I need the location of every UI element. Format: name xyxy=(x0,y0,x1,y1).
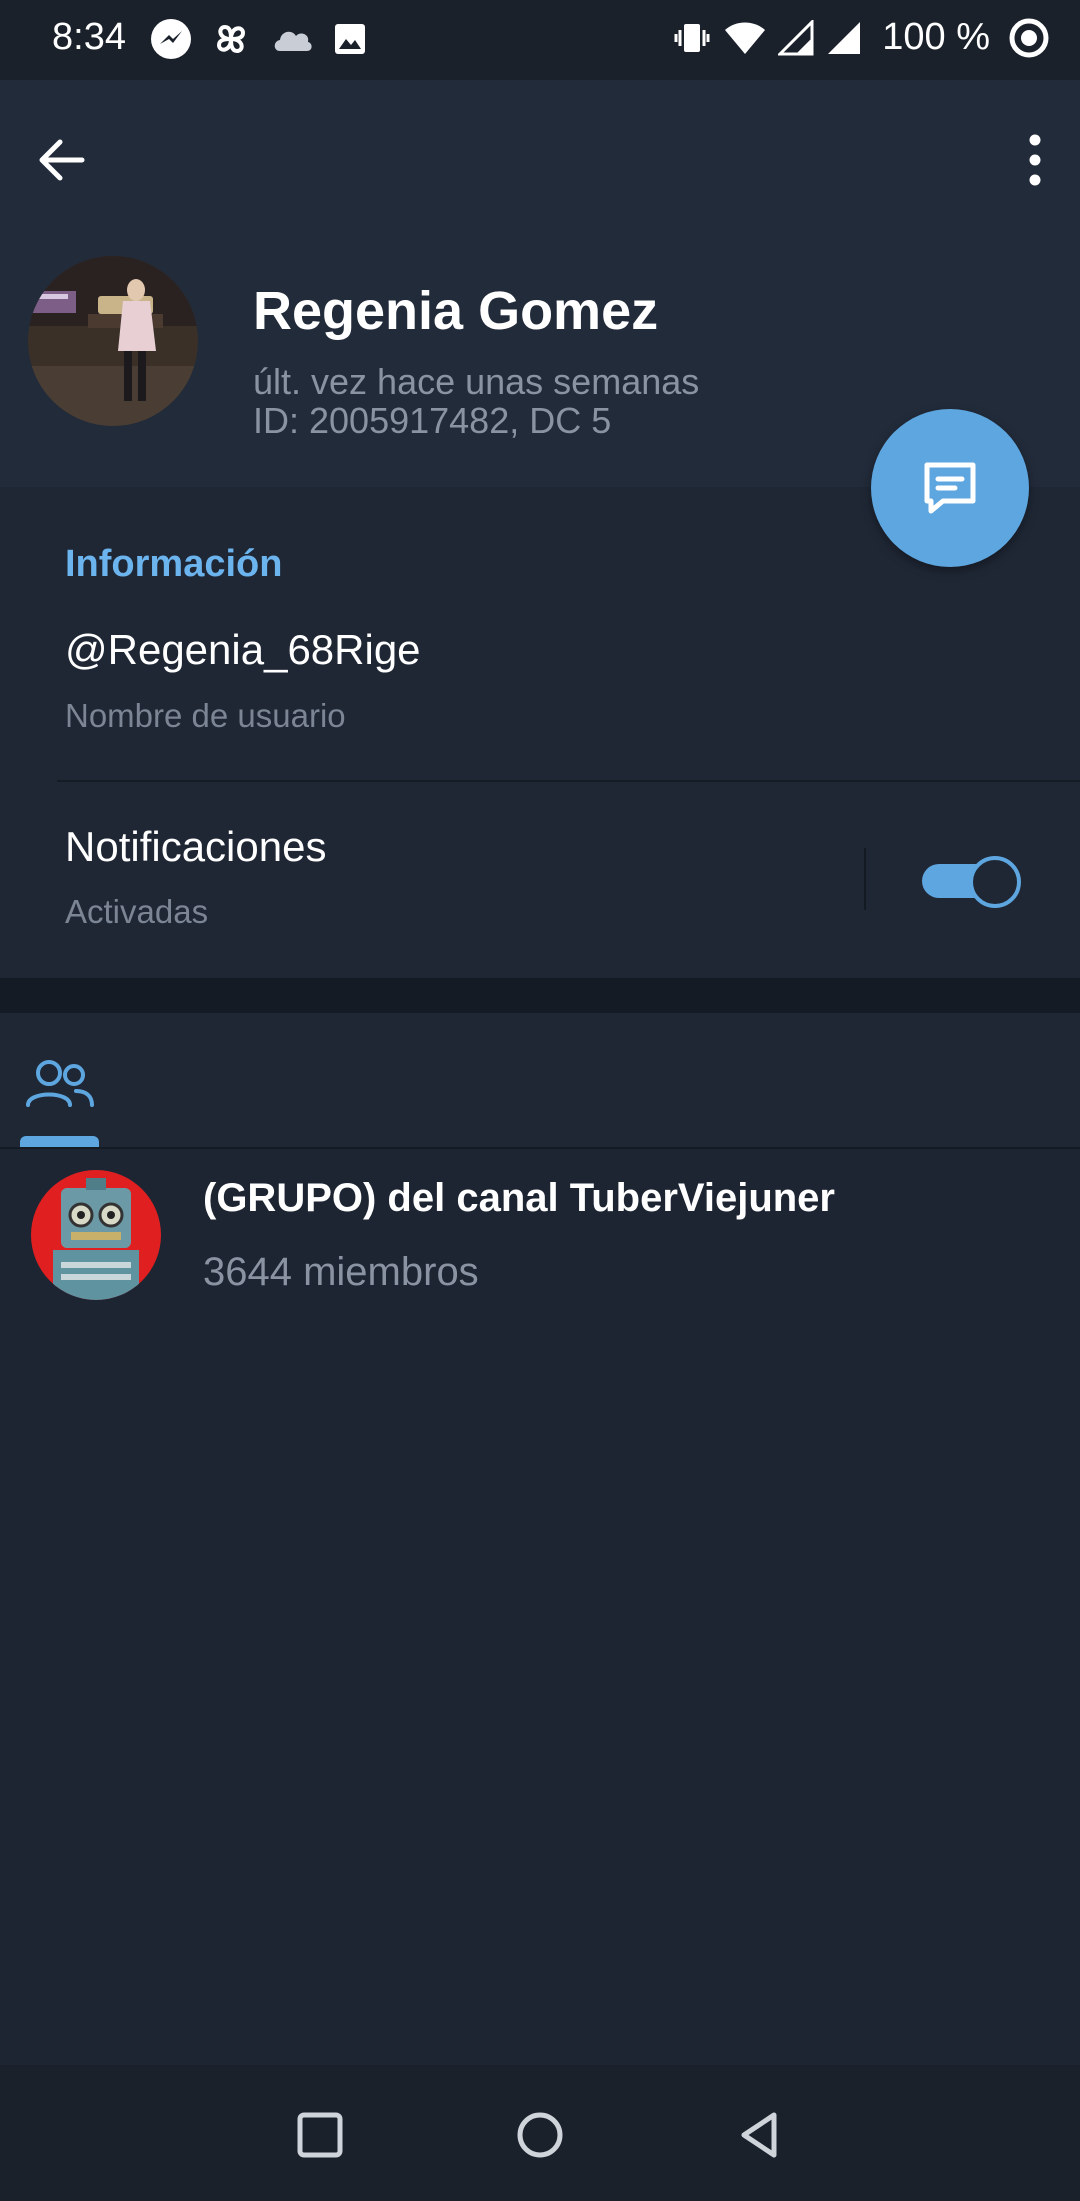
group-name: (GRUPO) del canal TuberViejuner xyxy=(203,1176,835,1220)
status-time: 8:34 xyxy=(52,16,126,58)
profile-photo xyxy=(28,256,198,426)
tabs-bar xyxy=(0,1013,1080,1148)
back-triangle-icon xyxy=(741,2112,777,2158)
notifications-state: Activadas xyxy=(65,893,209,930)
status-right: 100 % xyxy=(672,16,1050,59)
section-title-info: Información xyxy=(65,543,283,585)
home-circle-icon xyxy=(517,2112,563,2158)
status-bar: 8:34 100 % xyxy=(0,0,1080,80)
group-members-count: 3644 miembros xyxy=(203,1250,479,1294)
recents-button[interactable] xyxy=(290,2105,350,2165)
profile-avatar[interactable] xyxy=(28,256,198,426)
signal-icon xyxy=(828,21,861,54)
group-avatar[interactable] xyxy=(31,1170,161,1300)
divider xyxy=(57,780,1080,782)
toggle-knob xyxy=(969,856,1021,908)
profile-name: Regenia Gomez xyxy=(253,281,659,341)
vertical-divider xyxy=(864,848,866,910)
vibrate-icon xyxy=(674,23,710,52)
arrow-left-icon xyxy=(39,139,85,181)
more-vertical-icon xyxy=(1029,134,1041,186)
group-photo xyxy=(31,1170,161,1300)
user-id: ID: 2005917482, DC 5 xyxy=(253,400,612,441)
notification-icons xyxy=(150,18,368,60)
pinwheel-icon xyxy=(216,24,246,54)
signal-icon xyxy=(778,19,814,55)
image-icon xyxy=(335,24,365,54)
group-list-item[interactable] xyxy=(0,1150,1080,1300)
username-value[interactable]: @Regenia_68Rige xyxy=(65,626,421,674)
battery-level: 100 % xyxy=(882,16,990,58)
recents-square-icon xyxy=(297,2112,343,2158)
send-message-button[interactable] xyxy=(871,409,1029,567)
notifications-toggle[interactable] xyxy=(922,856,1021,908)
cloud-icon xyxy=(274,31,312,51)
tabs-divider xyxy=(0,1147,1080,1149)
back-button[interactable] xyxy=(30,130,94,190)
wifi-icon xyxy=(725,22,766,54)
battery-ring-icon xyxy=(1009,18,1049,57)
groups-icon xyxy=(26,1060,94,1107)
username-label: Nombre de usuario xyxy=(65,697,346,734)
home-button[interactable] xyxy=(510,2105,570,2165)
last-seen-status: últ. vez hace unas semanas xyxy=(253,361,700,402)
tab-groups[interactable] xyxy=(20,1053,100,1148)
more-options-button[interactable] xyxy=(1010,130,1060,190)
section-separator xyxy=(0,978,1080,1013)
message-icon xyxy=(924,462,976,514)
messenger-icon xyxy=(151,19,191,59)
system-back-button[interactable] xyxy=(730,2105,790,2165)
notifications-title[interactable]: Notificaciones xyxy=(65,823,326,871)
